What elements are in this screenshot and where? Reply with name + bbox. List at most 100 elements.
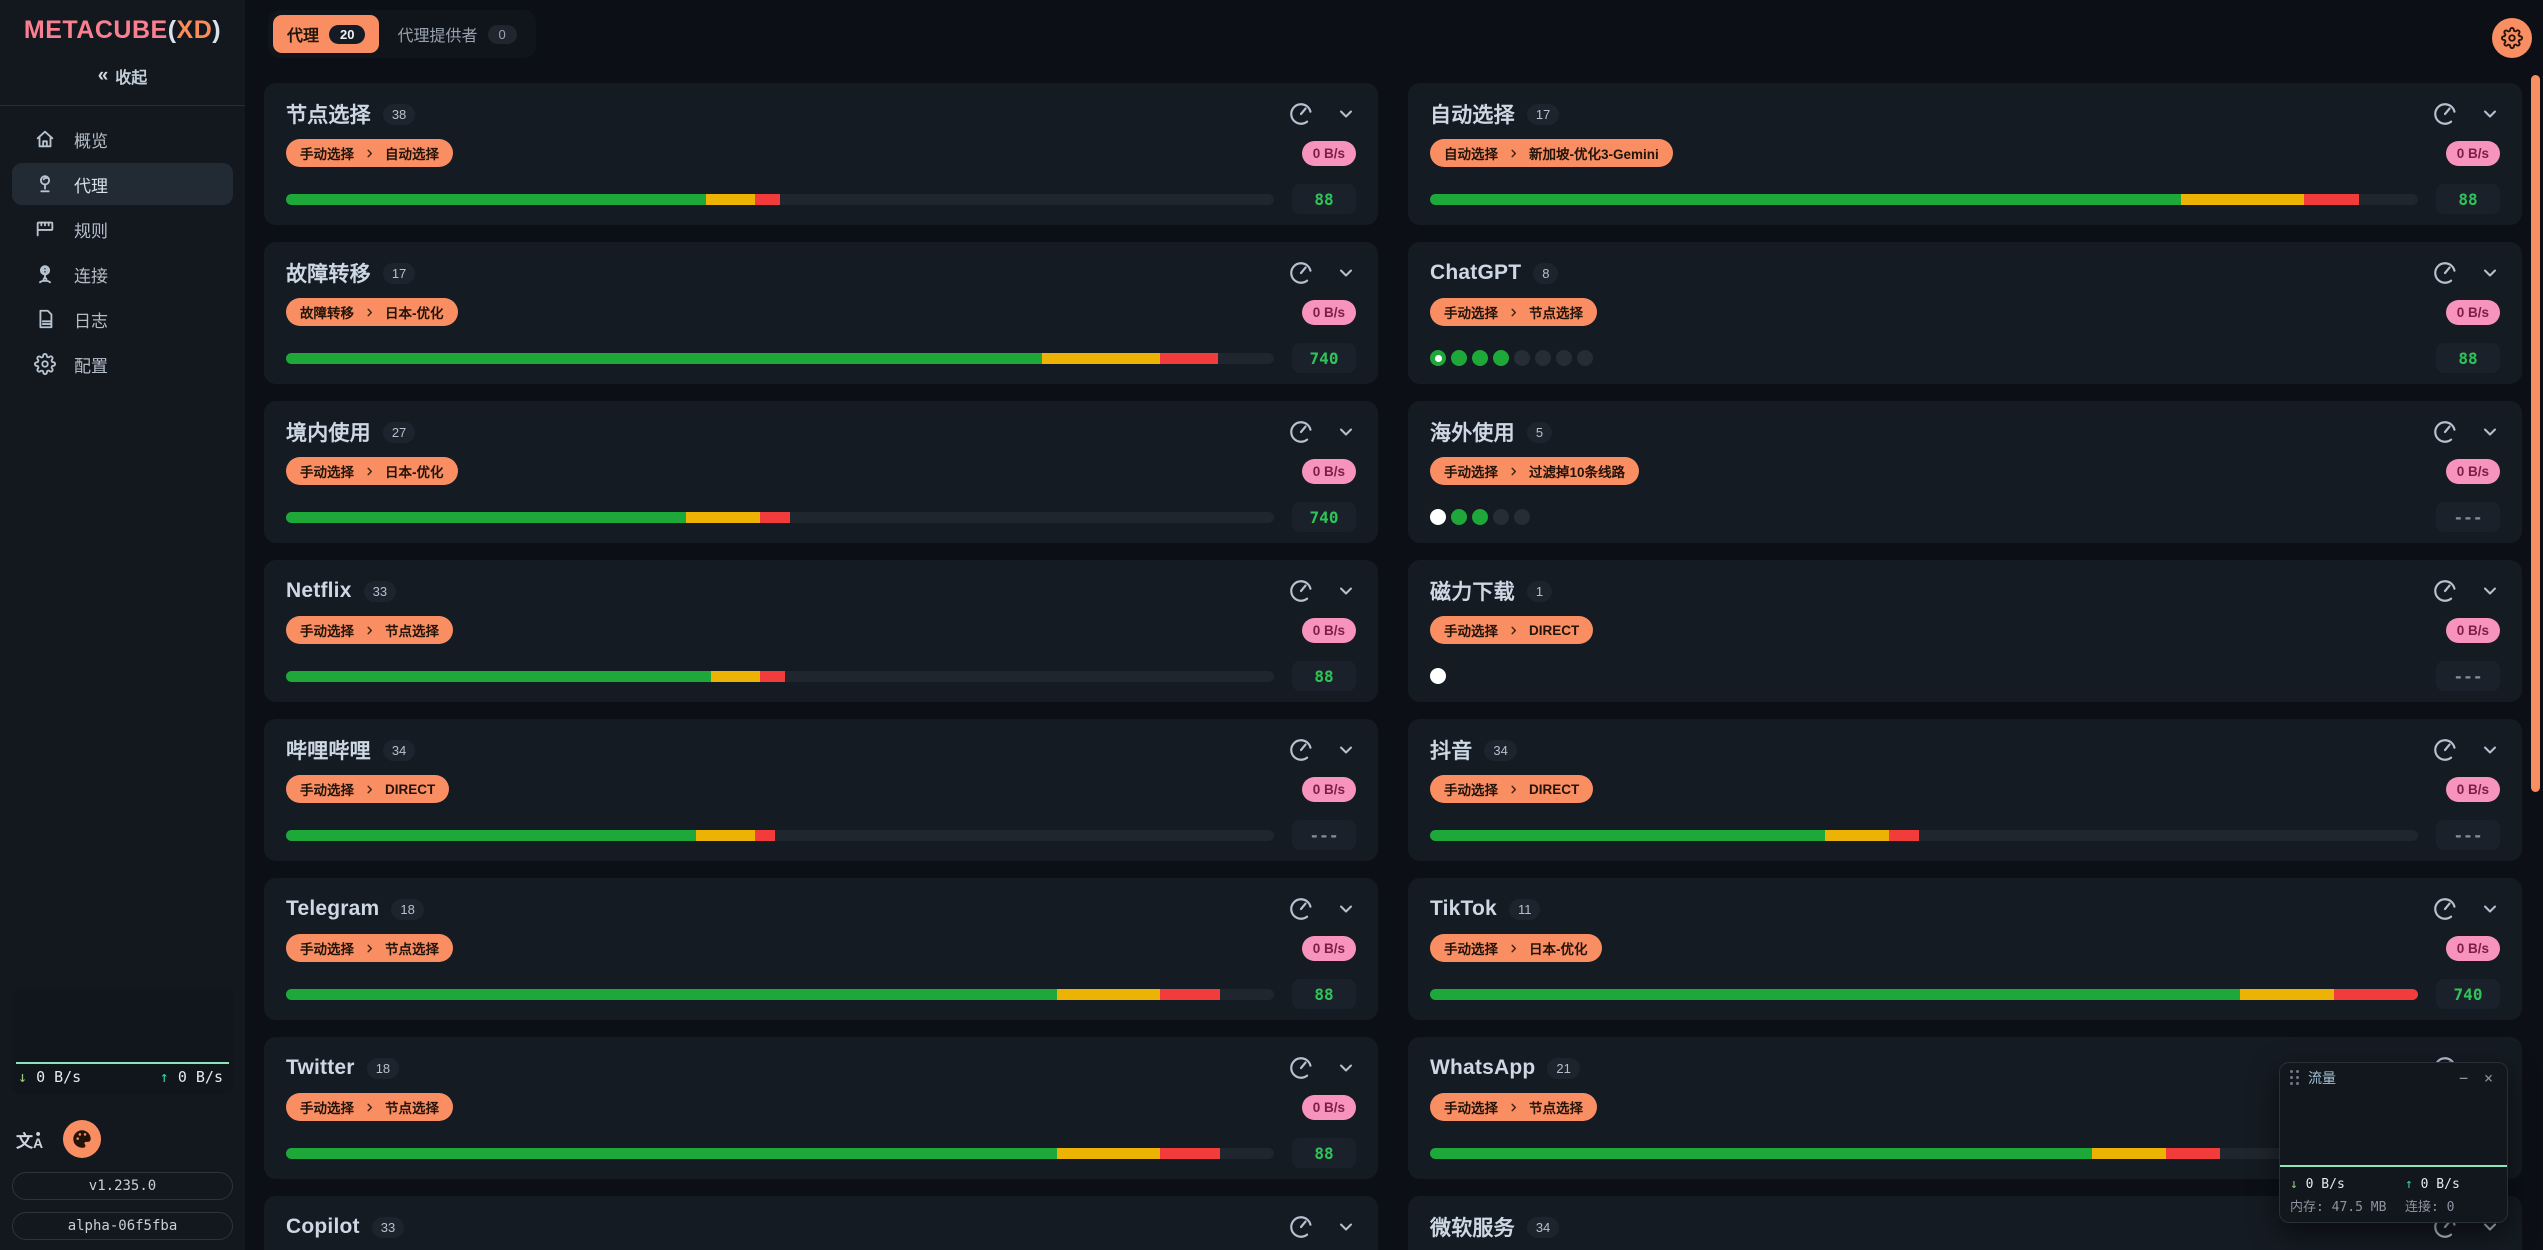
selected-proxy-badge[interactable]: 手动选择 节点选择 — [286, 934, 453, 962]
proxy-group-card: 海外使用 5 手动选择 过滤掉10条线路 0 B/s --- — [1408, 401, 2522, 543]
selected-proxy-badge[interactable]: 手动选择 过滤掉10条线路 — [1430, 457, 1639, 485]
node-dot[interactable] — [1493, 509, 1509, 525]
selected-proxy-badge[interactable]: 手动选择 DIRECT — [1430, 775, 1593, 803]
selected-proxy-badge[interactable]: 手动选择 节点选择 — [286, 616, 453, 644]
sidebar-footer-icons: 文̇A — [16, 1120, 101, 1158]
drag-handle-icon[interactable] — [2290, 1070, 2300, 1086]
version-button[interactable]: v1.235.0 — [12, 1172, 233, 1200]
close-icon[interactable]: × — [2480, 1069, 2497, 1088]
selected-proxy-badge[interactable]: 手动选择 DIRECT — [286, 775, 449, 803]
group-node-count: 33 — [372, 1217, 404, 1238]
latency-test-button[interactable] — [2432, 578, 2458, 604]
selector-type-label: 故障转移 — [300, 302, 354, 322]
latency-test-button[interactable] — [1288, 578, 1314, 604]
expand-group-button[interactable] — [1336, 581, 1356, 601]
sidebar-item-rules[interactable]: 规则 — [12, 208, 233, 250]
connection-count: 连接: 0 — [2405, 1196, 2454, 1215]
node-dot[interactable] — [1493, 350, 1509, 366]
sidebar-traffic-widget: ↓ 0 B/s ↑ 0 B/s — [12, 988, 233, 1094]
node-dot[interactable] — [1472, 350, 1488, 366]
latency-test-button[interactable] — [1288, 896, 1314, 922]
expand-group-button[interactable] — [2480, 581, 2500, 601]
group-title: 磁力下载 — [1430, 576, 1515, 606]
group-title: 自动选择 — [1430, 99, 1515, 129]
expand-group-button[interactable] — [1336, 899, 1356, 919]
chevron-down-icon — [2480, 740, 2500, 760]
node-dot[interactable] — [1430, 509, 1446, 525]
expand-group-button[interactable] — [1336, 263, 1356, 283]
selected-proxy-badge[interactable]: 手动选择 节点选择 — [1430, 298, 1597, 326]
node-dot[interactable] — [1451, 350, 1467, 366]
node-dot[interactable] — [1430, 668, 1446, 684]
latency-test-button[interactable] — [2432, 260, 2458, 286]
expand-group-button[interactable] — [1336, 1058, 1356, 1078]
latency-test-button[interactable] — [1288, 260, 1314, 286]
latency-test-button[interactable] — [2432, 419, 2458, 445]
node-dot[interactable] — [1472, 509, 1488, 525]
sidebar-item-proxies[interactable]: 代理 — [12, 163, 233, 205]
sidebar-item-config[interactable]: 配置 — [12, 343, 233, 385]
speed-badge: 0 B/s — [1302, 459, 1356, 484]
selected-node-label: 节点选择 — [385, 1097, 439, 1117]
latency-test-button[interactable] — [1288, 419, 1314, 445]
proxy-group-card: 自动选择 17 自动选择 新加坡-优化3-Gemini 0 B/s — [1408, 83, 2522, 225]
latency-value: --- — [1292, 820, 1356, 850]
topbar: 代理 20 代理提供者 0 — [245, 0, 2543, 83]
language-toggle-button[interactable]: 文̇A — [16, 1127, 43, 1152]
node-dot[interactable] — [1451, 509, 1467, 525]
selected-proxy-badge[interactable]: 手动选择 节点选择 — [1430, 1093, 1597, 1121]
latency-test-button[interactable] — [1288, 1055, 1314, 1081]
expand-group-button[interactable] — [2480, 263, 2500, 283]
theme-palette-button[interactable] — [63, 1120, 101, 1158]
latency-test-button[interactable] — [2432, 896, 2458, 922]
minimize-icon[interactable]: − — [2455, 1069, 2472, 1088]
latency-test-button[interactable] — [1288, 1214, 1314, 1240]
build-hash-button[interactable]: alpha-06f5fba — [12, 1212, 233, 1240]
speed-badge: 0 B/s — [2446, 300, 2500, 325]
node-dot[interactable] — [1556, 350, 1572, 366]
selector-type-label: 手动选择 — [1444, 779, 1498, 799]
proxy-icon — [34, 173, 56, 195]
selected-proxy-badge[interactable]: 手动选择 日本-优化 — [1430, 934, 1602, 962]
scrollbar-thumb[interactable] — [2531, 75, 2540, 792]
latency-test-button[interactable] — [1288, 737, 1314, 763]
latency-test-button[interactable] — [2432, 737, 2458, 763]
group-node-count: 34 — [383, 740, 415, 761]
settings-gear-icon — [2501, 27, 2523, 49]
selected-proxy-badge[interactable]: 手动选择 日本-优化 — [286, 457, 458, 485]
traffic-panel-title: 流量 — [2308, 1068, 2336, 1088]
selected-proxy-badge[interactable]: 手动选择 DIRECT — [1430, 616, 1593, 644]
expand-group-button[interactable] — [2480, 740, 2500, 760]
sidebar-item-logs[interactable]: 日志 — [12, 298, 233, 340]
latency-test-button[interactable] — [2432, 101, 2458, 127]
node-dot[interactable] — [1514, 509, 1530, 525]
selected-proxy-badge[interactable]: 手动选择 节点选择 — [286, 1093, 453, 1121]
node-dots — [1430, 668, 2418, 684]
tab-proxies[interactable]: 代理 20 — [273, 15, 379, 53]
expand-group-button[interactable] — [1336, 422, 1356, 442]
expand-group-button[interactable] — [1336, 104, 1356, 124]
selected-node-label: DIRECT — [385, 782, 435, 797]
group-node-count: 17 — [1527, 104, 1559, 125]
node-dot[interactable] — [1514, 350, 1530, 366]
node-dot[interactable] — [1430, 350, 1446, 366]
tab-proxy-providers[interactable]: 代理提供者 0 — [383, 15, 530, 53]
selected-proxy-badge[interactable]: 故障转移 日本-优化 — [286, 298, 458, 326]
expand-group-button[interactable] — [2480, 422, 2500, 442]
selected-proxy-badge[interactable]: 手动选择 自动选择 — [286, 139, 453, 167]
sidebar-item-connections[interactable]: 连接 — [12, 253, 233, 295]
latency-test-button[interactable] — [1288, 101, 1314, 127]
expand-group-button[interactable] — [2480, 899, 2500, 919]
node-dot[interactable] — [1535, 350, 1551, 366]
group-title: Telegram — [286, 897, 379, 921]
selected-proxy-badge[interactable]: 自动选择 新加坡-优化3-Gemini — [1430, 139, 1673, 167]
node-dot[interactable] — [1577, 350, 1593, 366]
settings-button[interactable] — [2492, 18, 2532, 58]
latency-distribution-bar — [286, 671, 1274, 682]
sidebar-item-overview[interactable]: 概览 — [12, 118, 233, 160]
collapse-sidebar-button[interactable]: « 收起 — [63, 61, 183, 91]
expand-group-button[interactable] — [1336, 740, 1356, 760]
selected-node-label: DIRECT — [1529, 623, 1579, 638]
expand-group-button[interactable] — [2480, 104, 2500, 124]
expand-group-button[interactable] — [1336, 1217, 1356, 1237]
